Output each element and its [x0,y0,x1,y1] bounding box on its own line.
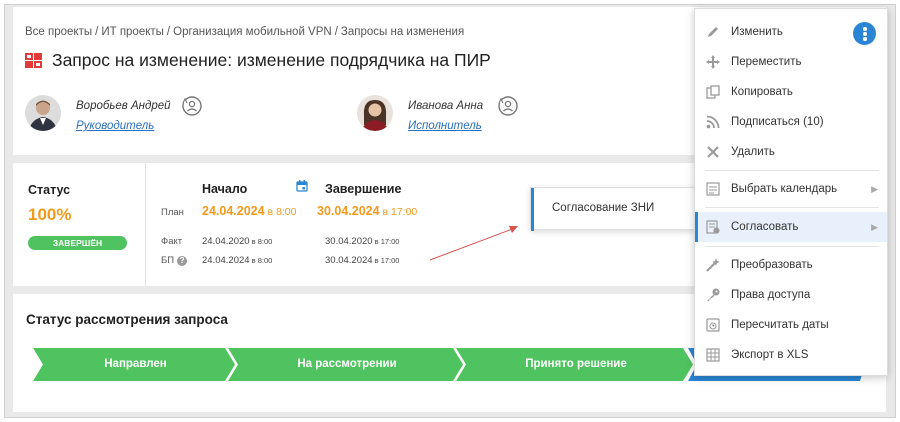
manager-name: Воробьев Андрей [76,100,171,112]
plan-label: План [161,207,184,218]
bp-end: 30.04.2024 в 17:00 [325,255,400,266]
end-header: Завершение [325,182,402,196]
key-icon [707,288,720,301]
stage-label: Направлен [104,358,167,370]
manager-person: Воробьев Андрей Руководитель [25,95,225,135]
reassign-user-icon[interactable] [497,95,519,117]
menu-item-approve[interactable]: Согласовать ▶ [695,212,887,242]
avatar [25,95,61,131]
pencil-icon [708,27,718,37]
move-icon [706,55,720,69]
menu-item-select-calendar[interactable]: Выбрать календарь ▶ [695,174,887,204]
help-icon[interactable]: ? [177,256,188,266]
status-column: Статус 100% ЗАВЕРШЁН [13,163,146,286]
menu-item-convert[interactable]: Преобразовать [695,250,887,280]
menu-divider [705,207,879,208]
breadcrumb-item[interactable]: Организация мобильной VPN [173,26,332,38]
menu-item-access-rights[interactable]: Права доступа [695,280,887,310]
status-percent: 100% [28,205,72,224]
executor-role-link[interactable]: Исполнитель [408,120,482,132]
executor-name: Иванова Анна [408,100,484,112]
submenu-arrow-icon: ▶ [871,222,878,232]
recalc-icon [706,318,720,332]
fact-end: 30.04.2020 в 17:00 [325,236,400,247]
calendar-icon[interactable] [296,180,308,192]
stage-label: Принято решение [525,358,627,370]
menu-item-edit[interactable]: Изменить [695,17,887,47]
approve-doc-icon [706,220,720,234]
fact-start: 24.04.2020 в 8:00 [202,236,273,247]
calendar-list-icon [706,182,720,196]
submenu-arrow-icon: ▶ [871,184,878,194]
menu-divider [705,170,879,171]
table-icon [706,348,720,362]
status-badge: ЗАВЕРШЁН [28,236,127,250]
breadcrumb: Все проекты / ИТ проекты / Организация мобил… [25,26,465,38]
copy-icon [706,85,720,99]
stage-label: На рассмотрении [297,358,397,370]
menu-divider [705,246,879,247]
menu-item-copy[interactable]: Копировать [695,77,887,107]
breadcrumb-item[interactable]: Все проекты [25,26,92,38]
title-row: Запрос на изменение: изменение подрядчик… [25,50,491,71]
menu-item-delete[interactable]: Удалить [695,137,887,167]
menu-item-export-xls[interactable]: Экспорт в XLS [695,340,887,370]
menu-item-subscribe[interactable]: Подписаться (10) [695,107,887,137]
magic-wand-icon [706,258,720,272]
bp-label: БП? [161,255,188,266]
change-request-icon [25,53,42,68]
page-title: Запрос на изменение: изменение подрядчик… [52,50,491,70]
status-label: Статус [28,183,71,197]
manager-role-link[interactable]: Руководитель [76,120,154,132]
start-header: Начало [202,182,248,196]
reassign-user-icon[interactable] [181,95,203,117]
bp-start: 24.04.2024 в 8:00 [202,255,273,266]
breadcrumb-item[interactable]: ИТ проекты [101,26,164,38]
avatar [357,95,393,131]
review-title: Статус рассмотрения запроса [26,312,228,327]
close-icon [707,146,719,158]
approve-submenu: Согласование ЗНИ [530,187,697,231]
fact-label: Факт [161,236,183,247]
submenu-item-approval-zni[interactable]: Согласование ЗНИ [531,188,697,231]
breadcrumb-item[interactable]: Запросы на изменения [341,26,464,38]
plan-start: 24.04.2024 в 8:00 [202,204,297,218]
rss-icon [706,115,720,129]
menu-item-move[interactable]: Переместить [695,47,887,77]
menu-item-recalc-dates[interactable]: Пересчитать даты [695,310,887,340]
context-menu: Изменить Переместить Копировать Подписат… [694,8,888,376]
executor-person: Иванова Анна Исполнитель [357,95,557,135]
plan-end: 30.04.2024 в 17:00 [317,204,418,218]
